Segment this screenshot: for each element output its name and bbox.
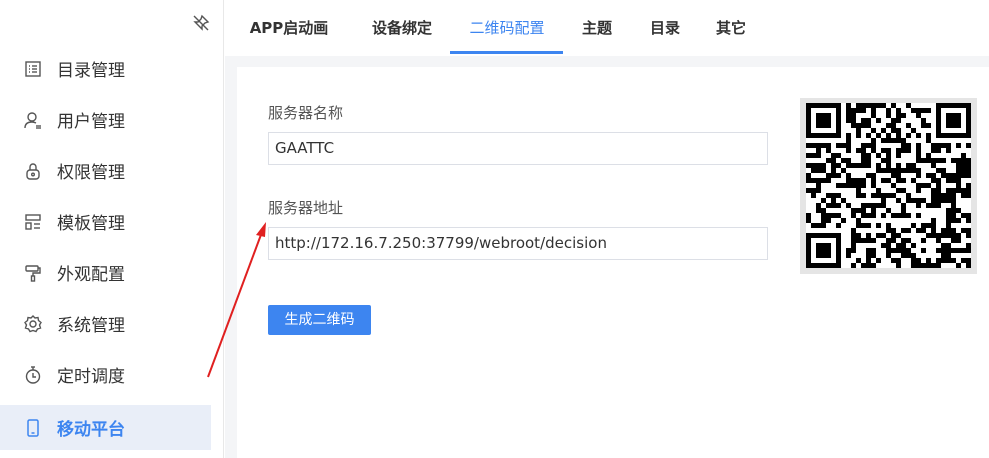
gear-icon (22, 313, 44, 335)
tab-theme[interactable]: 主题 (581, 0, 613, 56)
qrcode-graphic (806, 103, 971, 268)
sidebar-item-permissions[interactable]: 权限管理 (0, 148, 211, 193)
list-icon (22, 58, 44, 80)
sidebar-item-appearance[interactable]: 外观配置 (0, 250, 211, 295)
tab-bar: APP启动画面 设备绑定 二维码配置 主题 目录 其它 (225, 0, 989, 93)
tab-catalog[interactable]: 目录 (649, 0, 681, 56)
sidebar-item-mobile[interactable]: 移动平台 (0, 405, 211, 450)
template-icon (22, 211, 44, 233)
stopwatch-icon (22, 364, 44, 386)
sidebar-item-label: 权限管理 (57, 163, 125, 183)
active-tab-indicator (450, 51, 563, 54)
sidebar-item-label: 移动平台 (57, 420, 125, 440)
server-name-field[interactable]: GAATTC (268, 132, 768, 165)
sidebar-item-templates[interactable]: 模板管理 (0, 199, 211, 244)
user-icon (22, 109, 44, 131)
sidebar-item-label: 用户管理 (57, 112, 125, 132)
server-name-label: 服务器名称 (268, 104, 344, 122)
sidebar: 目录管理 用户管理 权限管理 模板管理 外观配置 系统管理 定时调度 移动平台 (0, 0, 224, 458)
mobile-icon (22, 417, 44, 439)
sidebar-item-directory[interactable]: 目录管理 (0, 46, 211, 91)
tab-qrcode-config[interactable]: 二维码配置 (469, 0, 545, 56)
qrcode-image (800, 98, 977, 274)
sidebar-item-label: 模板管理 (57, 214, 125, 234)
pin-icon[interactable] (192, 14, 210, 32)
server-address-field[interactable]: http://172.16.7.250:37799/webroot/decisi… (268, 227, 768, 260)
sidebar-item-label: 系统管理 (57, 316, 125, 336)
sidebar-item-scheduling[interactable]: 定时调度 (0, 352, 211, 397)
paint-roller-icon (22, 262, 44, 284)
sidebar-item-users[interactable]: 用户管理 (0, 97, 211, 142)
sidebar-item-label: 定时调度 (57, 367, 125, 387)
tab-app-splash[interactable]: APP启动画面 (243, 0, 335, 93)
tab-other[interactable]: 其它 (715, 0, 747, 56)
sidebar-item-label: 外观配置 (57, 265, 125, 285)
server-address-label: 服务器地址 (268, 199, 344, 217)
generate-qrcode-button[interactable]: 生成二维码 (268, 305, 371, 335)
sidebar-item-label: 目录管理 (57, 61, 125, 81)
tab-device-binding[interactable]: 设备绑定 (371, 0, 433, 56)
sidebar-item-system[interactable]: 系统管理 (0, 301, 211, 346)
lock-icon (22, 160, 44, 182)
